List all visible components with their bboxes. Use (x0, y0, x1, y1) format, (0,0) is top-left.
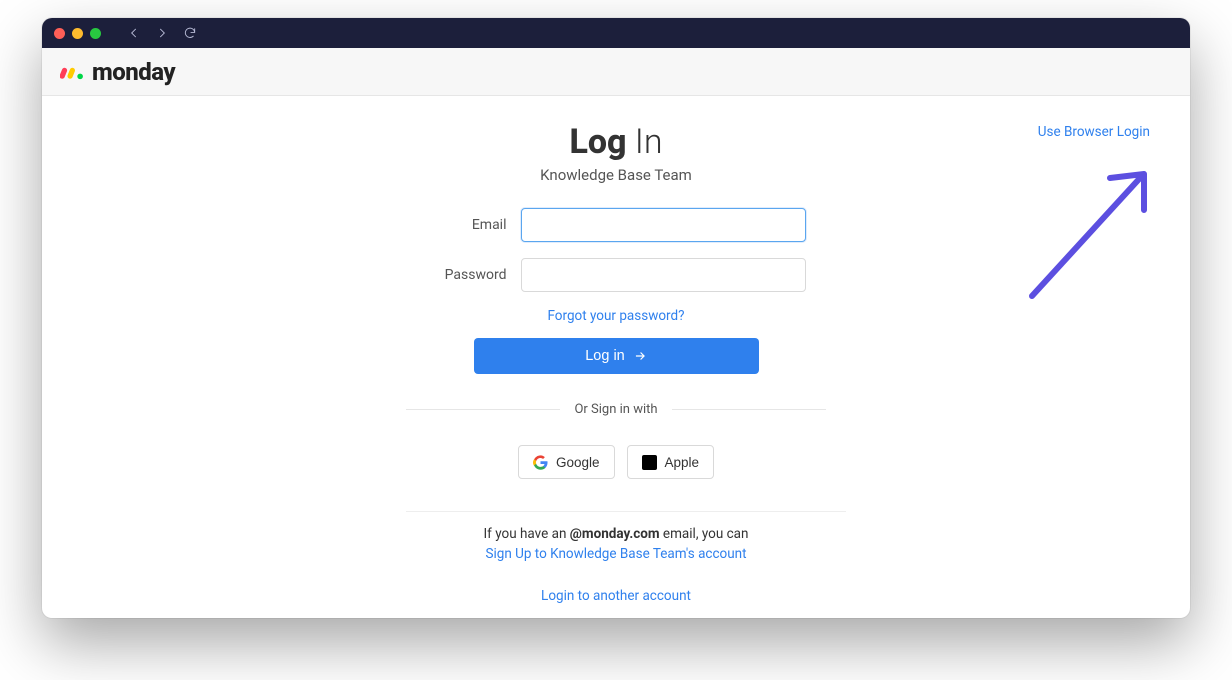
apple-icon (642, 455, 657, 470)
email-input[interactable] (521, 208, 806, 242)
back-icon[interactable] (127, 26, 141, 40)
divider: Or Sign in with (406, 402, 826, 417)
team-subtitle: Knowledge Base Team (406, 166, 826, 184)
title-bold: Log (569, 122, 626, 162)
window-titlebar (42, 18, 1190, 48)
app-header: monday (42, 48, 1190, 96)
login-form: Log In Knowledge Base Team Email Passwor… (406, 122, 826, 604)
title-light: In (627, 122, 663, 162)
helper-bold: @monday.com (570, 526, 660, 542)
another-account-link[interactable]: Login to another account (406, 588, 826, 604)
page-title: Log In (406, 122, 826, 162)
login-content: Use Browser Login Log In Knowledge Base … (42, 96, 1190, 618)
email-label: Email (427, 217, 507, 233)
apple-login-button[interactable]: Apple (627, 445, 715, 479)
apple-label: Apple (665, 455, 700, 470)
arrow-right-icon (633, 349, 647, 363)
app-window: monday Use Browser Login Log In Knowledg… (42, 18, 1190, 618)
nav-buttons (127, 26, 197, 40)
google-label: Google (556, 455, 600, 470)
divider-line-left (406, 409, 560, 410)
email-row: Email (406, 208, 826, 242)
divider-label: Or Sign in with (574, 402, 657, 417)
signup-link[interactable]: Sign Up to Knowledge Base Team's account (406, 546, 826, 562)
google-icon (533, 455, 548, 470)
minimize-window-icon[interactable] (72, 28, 83, 39)
helper-text: If you have an @monday.com email, you ca… (406, 526, 826, 542)
social-login-row: Google Apple (406, 445, 826, 479)
maximize-window-icon[interactable] (90, 28, 101, 39)
forgot-password-link[interactable]: Forgot your password? (406, 308, 826, 324)
brand-logo: monday (60, 58, 175, 86)
separator (406, 511, 846, 512)
helper-suffix: email, you can (660, 526, 749, 542)
divider-line-right (672, 409, 826, 410)
monday-logo-icon (60, 62, 88, 82)
helper-prefix: If you have an (484, 526, 570, 542)
google-login-button[interactable]: Google (518, 445, 615, 479)
login-button-label: Log in (585, 348, 625, 364)
password-input[interactable] (521, 258, 806, 292)
password-label: Password (427, 267, 507, 283)
reload-icon[interactable] (183, 26, 197, 40)
close-window-icon[interactable] (54, 28, 65, 39)
login-button[interactable]: Log in (474, 338, 759, 374)
use-browser-login-link[interactable]: Use Browser Login (1038, 124, 1150, 140)
window-controls (54, 28, 101, 39)
password-row: Password (406, 258, 826, 292)
brand-name: monday (92, 58, 175, 86)
forward-icon[interactable] (155, 26, 169, 40)
